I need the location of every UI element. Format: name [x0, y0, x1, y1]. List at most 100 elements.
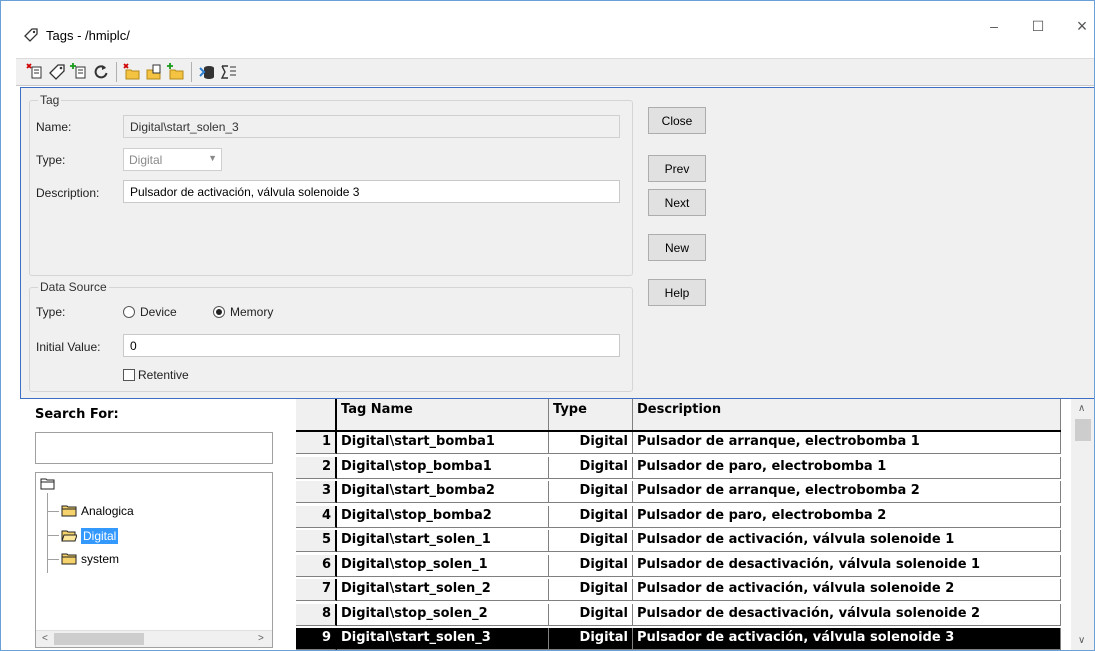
table-row[interactable]: 6 Digital\stop_solen_1 Digital Pulsador de …	[296, 554, 1061, 577]
table-row[interactable]: 7 Digital\start_solen_2 Digital Pulsador de…	[296, 579, 1061, 601]
close-window-button[interactable]: ×	[1067, 15, 1094, 37]
database-icon[interactable]	[196, 61, 218, 83]
close-button[interactable]: Close	[648, 107, 706, 134]
description-cell[interactable]: Pulsador de activación, válvula solenoid…	[633, 579, 1061, 601]
next-button[interactable]: Next	[648, 189, 706, 216]
chevron-left-icon[interactable]: <	[42, 633, 48, 644]
type-label: Type:	[36, 153, 66, 167]
description-cell[interactable]: Pulsador de desactivación, válvula solen…	[633, 554, 1061, 577]
description-cell[interactable]: Pulsador de activación, válvula solenoid…	[633, 628, 1061, 650]
chevron-down-icon: ▼	[208, 153, 217, 163]
tree-item-system[interactable]: system	[61, 552, 119, 566]
folder-open-icon	[61, 530, 78, 542]
type-cell[interactable]: Digital	[549, 432, 633, 454]
type-cell[interactable]: Digital	[549, 530, 633, 552]
initial-value-field[interactable]: 0	[123, 334, 620, 357]
tag-name-cell[interactable]: Digital\start_solen_3	[337, 628, 549, 650]
header-num	[296, 399, 337, 430]
tag-name-cell[interactable]: Digital\stop_solen_2	[337, 603, 549, 626]
tree-horizontal-scrollbar[interactable]: < >	[36, 630, 272, 647]
description-cell[interactable]: Pulsador de paro, electrobomba 1	[633, 456, 1061, 479]
new-tag-icon[interactable]	[68, 61, 90, 83]
row-number-cell[interactable]: 1	[296, 432, 337, 454]
tag-name-cell[interactable]: Digital\start_solen_2	[337, 579, 549, 601]
sum-icon[interactable]	[218, 61, 240, 83]
type-select[interactable]: Digital ▼	[123, 148, 222, 171]
minimize-button[interactable]: –	[979, 15, 1009, 37]
table-row[interactable]: 8 Digital\stop_solen_2 Digital Pulsador de …	[296, 603, 1061, 626]
tree-item-label: system	[81, 552, 120, 566]
type-cell[interactable]: Digital	[549, 505, 633, 528]
description-cell[interactable]: Pulsador de activación, válvula solenoid…	[633, 530, 1061, 552]
tag-name-cell[interactable]: Digital\start_bomba2	[337, 481, 549, 503]
header-tag-name[interactable]: Tag Name	[337, 399, 549, 430]
tree-line	[47, 559, 59, 560]
tree-root[interactable]	[40, 478, 60, 490]
description-cell[interactable]: Pulsador de arranque, electrobomba 2	[633, 481, 1061, 503]
chevron-right-icon[interactable]: >	[258, 633, 264, 644]
help-button[interactable]: Help	[648, 279, 706, 306]
initial-value-label: Initial Value:	[36, 340, 101, 354]
folder-open-icon	[40, 478, 56, 490]
folder-tags-icon[interactable]	[143, 61, 165, 83]
description-cell[interactable]: Pulsador de paro, electrobomba 2	[633, 505, 1061, 528]
description-cell[interactable]: Pulsador de desactivación, válvula solen…	[633, 603, 1061, 626]
row-number-cell[interactable]: 2	[296, 456, 337, 479]
delete-folder-icon[interactable]	[121, 61, 143, 83]
delete-tag-icon[interactable]	[24, 61, 46, 83]
tree-item-analogica[interactable]: Analogica	[61, 504, 134, 518]
new-folder-icon[interactable]	[165, 61, 187, 83]
scroll-thumb[interactable]	[54, 633, 144, 645]
row-number-cell[interactable]: 5	[296, 530, 337, 552]
chevron-down-icon[interactable]: ∨	[1078, 635, 1085, 646]
search-input[interactable]	[35, 432, 273, 464]
table-row[interactable]: 3 Digital\start_bomba2 Digital Pulsador de …	[296, 481, 1061, 503]
type-cell[interactable]: Digital	[549, 554, 633, 577]
tag-name-cell[interactable]: Digital\start_bomba1	[337, 432, 549, 454]
memory-radio[interactable]: Memory	[213, 305, 273, 319]
row-number-cell[interactable]: 6	[296, 554, 337, 577]
grid-vertical-scrollbar[interactable]: ∧ ∨	[1071, 399, 1094, 650]
folder-icon	[61, 505, 77, 517]
description-cell[interactable]: Pulsador de arranque, electrobomba 1	[633, 432, 1061, 454]
type-cell[interactable]: Digital	[549, 628, 633, 650]
row-number-cell[interactable]: 4	[296, 505, 337, 528]
description-field[interactable]: Pulsador de activación, válvula solenoid…	[123, 180, 620, 203]
table-row[interactable]: 5 Digital\start_solen_1 Digital Pulsador de…	[296, 530, 1061, 552]
type-cell[interactable]: Digital	[549, 481, 633, 503]
tag-name-cell[interactable]: Digital\start_solen_1	[337, 530, 549, 552]
tag-name-cell[interactable]: Digital\stop_bomba1	[337, 456, 549, 479]
name-field[interactable]: Digital\start_solen_3	[123, 115, 620, 138]
device-radio-label: Device	[140, 305, 177, 319]
table-row[interactable]: 1 Digital\start_bomba1 Digital Pulsador de …	[296, 432, 1061, 454]
search-panel: Search For: Analogica Digital system < >	[20, 399, 290, 650]
prev-button[interactable]: Prev	[648, 155, 706, 182]
type-cell[interactable]: Digital	[549, 603, 633, 626]
new-button[interactable]: New	[648, 234, 706, 261]
header-type[interactable]: Type	[549, 399, 633, 430]
type-cell[interactable]: Digital	[549, 579, 633, 601]
toolbar-separator	[191, 62, 192, 82]
toolbar-separator	[116, 62, 117, 82]
refresh-icon[interactable]	[90, 61, 112, 83]
retentive-checkbox[interactable]: Retentive	[123, 368, 189, 382]
chevron-up-icon[interactable]: ∧	[1078, 403, 1085, 414]
table-row[interactable]: 2 Digital\stop_bomba1 Digital Pulsador de p…	[296, 456, 1061, 479]
row-number-cell[interactable]: 3	[296, 481, 337, 503]
row-number-cell[interactable]: 9	[296, 628, 337, 650]
tag-name-cell[interactable]: Digital\stop_solen_1	[337, 554, 549, 577]
maximize-button[interactable]: ☐	[1023, 15, 1053, 37]
row-number-cell[interactable]: 8	[296, 603, 337, 626]
tree-item-digital[interactable]: Digital	[61, 528, 119, 544]
data-source-title: Data Source	[38, 280, 109, 294]
tag-icon[interactable]	[46, 61, 68, 83]
table-row[interactable]: 9 Digital\start_solen_3 Digital Pulsador de…	[296, 628, 1061, 650]
row-number-cell[interactable]: 7	[296, 579, 337, 601]
tag-name-cell[interactable]: Digital\stop_bomba2	[337, 505, 549, 528]
title-bar[interactable]: Tags - /hmiplc/ – ☐ ×	[1, 1, 1094, 58]
scroll-thumb[interactable]	[1075, 419, 1091, 441]
device-radio[interactable]: Device	[123, 305, 177, 319]
header-description[interactable]: Description	[633, 399, 1061, 430]
type-cell[interactable]: Digital	[549, 456, 633, 479]
table-row[interactable]: 4 Digital\stop_bomba2 Digital Pulsador de p…	[296, 505, 1061, 528]
